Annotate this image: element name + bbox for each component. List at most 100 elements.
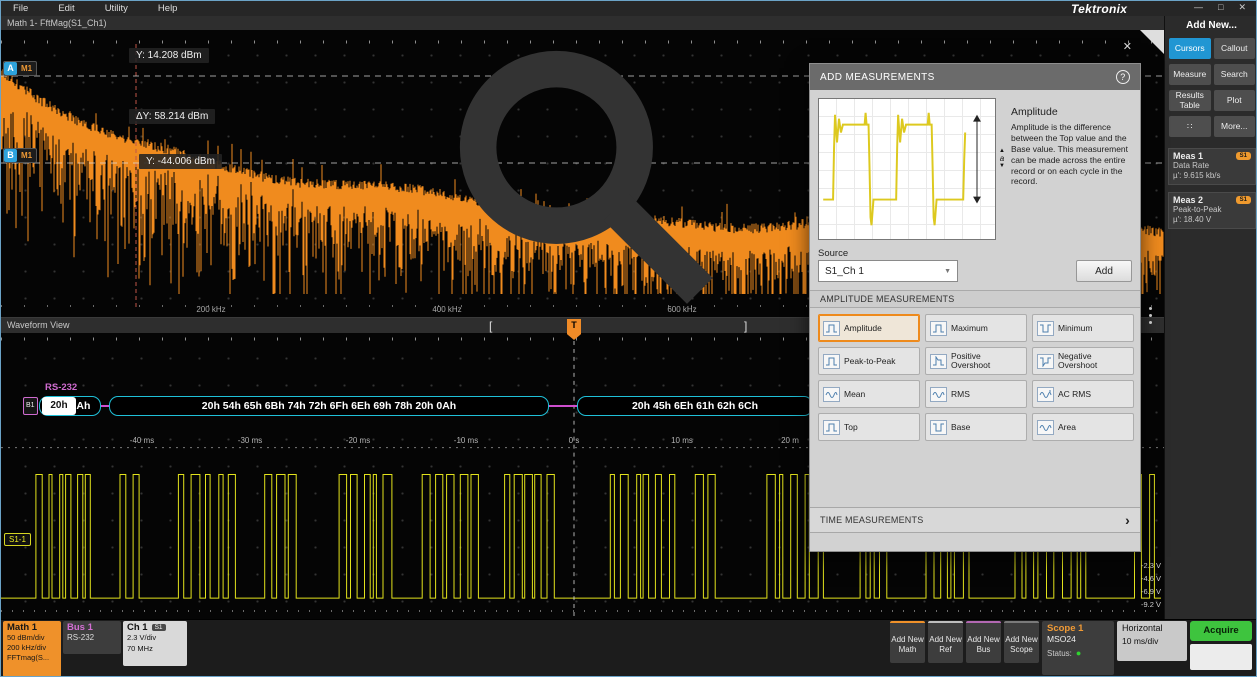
ch1-scale: 2.3 V/div	[127, 633, 183, 644]
measurement-maximum[interactable]: Maximum	[925, 314, 1027, 342]
measurement-positive-overshoot[interactable]: Positive Overshoot	[925, 347, 1027, 375]
source-dropdown[interactable]: S1_Ch 1 ▼	[818, 260, 958, 282]
bus-byte-highlight: 20h	[42, 397, 76, 415]
trigger-t-label: T	[567, 319, 581, 331]
bus1-type: RS-232	[67, 633, 117, 642]
rms-icon	[930, 387, 947, 402]
ch1-bandwidth: 70 MHz	[127, 644, 183, 655]
status-ok-icon: ●	[1076, 649, 1081, 658]
meas1-value: µ': 9.615 kb/s	[1173, 171, 1251, 181]
minimum-icon	[1037, 321, 1054, 336]
bus-packet[interactable]: 20h 54h 65h 6Bh 74h 72h 6Fh 6Eh 69h 78h …	[109, 396, 549, 416]
help-icon[interactable]: ?	[1116, 70, 1130, 84]
measurement-ac-rms[interactable]: AC RMS	[1032, 380, 1134, 408]
add-new-ref-button[interactable]: Add New Ref	[928, 621, 963, 663]
maximize-icon[interactable]: □	[1218, 2, 1223, 13]
measurement-mean[interactable]: Mean	[818, 380, 920, 408]
scope1-name: Scope 1	[1047, 623, 1109, 634]
menu-file[interactable]: File	[13, 3, 28, 14]
panel-splitter-handle[interactable]	[1149, 307, 1152, 324]
meas2-source-chip: S1	[1236, 196, 1251, 204]
search-button[interactable]: Search	[1214, 64, 1256, 85]
scope1-badge[interactable]: Scope 1 MSO24 Status: ●	[1042, 621, 1114, 675]
close-icon[interactable]: ✕	[1238, 2, 1246, 13]
amplitude-section-header: AMPLITUDE MEASUREMENTS	[810, 290, 1140, 308]
add-measurements-dialog: ADD MEASUREMENTS ? ▲ a ▼ Amplitude Ampli…	[809, 63, 1141, 552]
measurement-rms[interactable]: RMS	[925, 380, 1027, 408]
horizontal-badge[interactable]: Horizontal 10 ms/div	[1117, 621, 1187, 661]
trigger-marker[interactable]: T	[567, 319, 581, 340]
bus-idle-line	[549, 405, 577, 407]
bus1-name: Bus 1	[67, 622, 117, 633]
chevron-right-icon: ›	[1125, 512, 1130, 528]
measurement-area[interactable]: Area	[1032, 413, 1134, 441]
menu-edit[interactable]: Edit	[58, 3, 74, 14]
bus-source-badge[interactable]: B1	[23, 397, 38, 415]
meas1-badge[interactable]: Meas 1 S1 Data Rate µ': 9.615 kb/s	[1168, 148, 1256, 185]
preview-title: Amplitude	[1011, 106, 1058, 118]
minimize-icon[interactable]: —	[1194, 2, 1203, 13]
menu-utility[interactable]: Utility	[105, 3, 128, 14]
more-icon-button[interactable]: ∷	[1169, 116, 1211, 137]
window-controls: — □ ✕	[1194, 2, 1246, 13]
add-new-scope-button[interactable]: Add New Scope	[1004, 621, 1039, 663]
top-icon	[823, 420, 840, 435]
volt-axis-label: -2.3 V	[1131, 561, 1161, 570]
measure-button[interactable]: Measure	[1169, 64, 1211, 85]
meas1-type: Data Rate	[1173, 161, 1251, 171]
math1-scale: 50 dBm/div	[7, 633, 57, 643]
acquire-button[interactable]: Acquire	[1190, 621, 1252, 641]
tekscope-window: File Edit Utility Help Tektronix — □ ✕ M…	[0, 0, 1257, 677]
ch1-probe-chip: S1	[152, 624, 166, 631]
negative-overshoot-icon	[1037, 354, 1054, 369]
add-new-bus-button[interactable]: Add New Bus	[966, 621, 1001, 663]
meas1-name: Meas 1	[1173, 151, 1203, 161]
dialog-title: ADD MEASUREMENTS	[820, 72, 935, 83]
meas2-badge[interactable]: Meas 2 S1 Peak-to-Peak µ': 18.40 V	[1168, 192, 1256, 229]
fft-panel-title[interactable]: Math 1- FftMag(S1_Ch1)	[1, 16, 1164, 30]
add-new-math-button[interactable]: Add New Math	[890, 621, 925, 663]
bottom-right-cluster: Add New Math Add New Ref Add New Bus Add…	[890, 621, 1252, 675]
math1-function: FFTmag(S...	[7, 653, 57, 663]
bus1-badge[interactable]: Bus 1 RS-232	[63, 621, 121, 654]
time-axis-label: 20 m	[781, 436, 799, 445]
math1-badge[interactable]: Math 1 50 dBm/div 200 kHz/div FFTmag(S..…	[3, 621, 61, 677]
measurement-amplitude[interactable]: Amplitude	[818, 314, 920, 342]
measurement-peak-to-peak[interactable]: Peak-to-Peak	[818, 347, 920, 375]
ch1-badge[interactable]: Ch 1 S1 2.3 V/div 70 MHz	[123, 621, 187, 666]
results-table-button[interactable]: Results Table	[1169, 90, 1211, 111]
measurement-top[interactable]: Top	[818, 413, 920, 441]
measurement-negative-overshoot[interactable]: Negative Overshoot	[1032, 347, 1134, 375]
area-icon	[1037, 420, 1054, 435]
time-measurements-section[interactable]: TIME MEASUREMENTS ›	[810, 507, 1140, 533]
more-button[interactable]: More...	[1214, 116, 1256, 137]
time-axis-label: -30 ms	[238, 436, 262, 445]
math1-name: Math 1	[7, 622, 57, 633]
meas1-source-chip: S1	[1236, 152, 1251, 160]
peak-to-peak-icon	[823, 354, 840, 369]
measurement-base[interactable]: Base	[925, 413, 1027, 441]
horizontal-label: Horizontal	[1122, 623, 1182, 633]
plot-button[interactable]: Plot	[1214, 90, 1256, 111]
callout-button[interactable]: Callout	[1214, 38, 1256, 59]
acq-bracket-right: ]	[744, 319, 747, 333]
volt-axis-label: -6.9 V	[1131, 587, 1161, 596]
bus-idle-line	[101, 405, 109, 407]
measurement-minimum[interactable]: Minimum	[1032, 314, 1134, 342]
scope1-model: MSO24	[1047, 634, 1109, 646]
maximum-icon	[930, 321, 947, 336]
inactive-button[interactable]	[1190, 644, 1252, 670]
cursors-button[interactable]: Cursors	[1169, 38, 1211, 59]
ac-rms-icon	[1037, 387, 1054, 402]
bus-packet[interactable]: 20h 45h 6Eh 61h 62h 6Ch	[577, 396, 813, 416]
preview-waveform-svg	[819, 99, 995, 239]
dialog-header[interactable]: ADD MEASUREMENTS ?	[810, 64, 1140, 90]
menu-help[interactable]: Help	[158, 3, 178, 14]
channel-source-badge[interactable]: S1-1	[4, 533, 31, 546]
meas2-value: µ': 18.40 V	[1173, 215, 1251, 225]
bus-name-label: RS-232	[45, 382, 77, 393]
dropdown-caret-icon: ▼	[944, 268, 951, 275]
add-button[interactable]: Add	[1076, 260, 1132, 282]
measurement-grid: Amplitude Maximum Minimum Peak-to-Peak P…	[818, 314, 1134, 441]
meas2-name: Meas 2	[1173, 195, 1203, 205]
